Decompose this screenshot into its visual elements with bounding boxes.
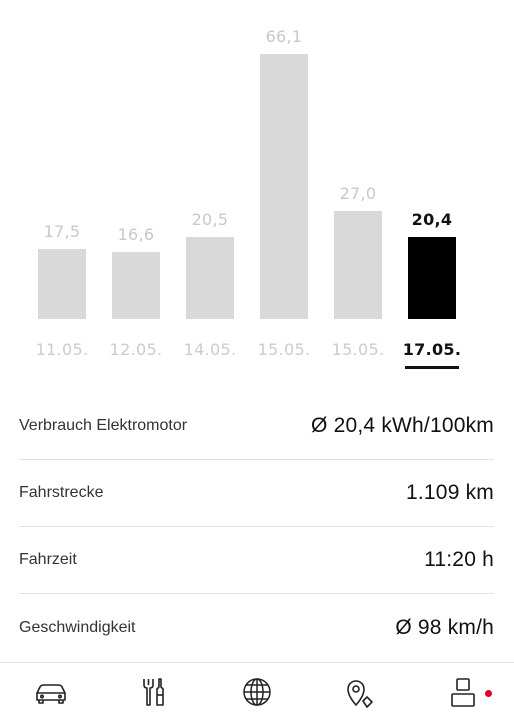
stat-row-consumption: Verbrauch Elektromotor Ø 20,4 kWh/100km <box>19 393 494 460</box>
chart-value-label: 17,5 <box>43 222 81 241</box>
chart-bar[interactable] <box>260 54 308 319</box>
nav-connect[interactable] <box>227 663 287 720</box>
nav-vehicle[interactable] <box>21 663 81 720</box>
stat-label-drive-time: Fahrzeit <box>19 551 77 568</box>
stat-label-speed: Geschwindigkeit <box>19 618 136 636</box>
chart-value-label: 27,0 <box>339 184 377 203</box>
stat-value-consumption: Ø 20,4 kWh/100km <box>311 414 494 437</box>
chart-bar[interactable] <box>334 211 382 319</box>
car-icon <box>36 684 66 704</box>
nav-map[interactable] <box>330 663 390 720</box>
nav-service[interactable] <box>124 663 184 720</box>
map-pin-route-icon <box>347 680 373 708</box>
chart-date-label[interactable]: 17.05. <box>387 340 477 359</box>
stat-row-speed: Geschwindigkeit Ø 98 km/h <box>19 594 494 661</box>
chart-bar[interactable] <box>112 252 160 319</box>
chart-value-label: 20,5 <box>191 210 229 229</box>
profile-icon <box>451 678 475 707</box>
notification-dot <box>485 690 492 697</box>
stat-label-distance: Fahrstrecke <box>19 484 104 501</box>
stat-value-distance: 1.109 km <box>406 481 494 504</box>
chart-bar[interactable] <box>408 237 456 319</box>
bottom-navigation <box>0 662 514 720</box>
globe-icon <box>243 678 271 706</box>
stat-row-distance: Fahrstrecke 1.109 km <box>19 460 494 527</box>
chart-value-label: 66,1 <box>265 27 303 46</box>
stat-value-drive-time: 11:20 h <box>424 548 494 571</box>
chart-bar[interactable] <box>186 237 234 319</box>
stat-label-consumption: Verbrauch Elektromotor <box>19 417 188 434</box>
stat-value-speed: Ø 98 km/h <box>395 615 494 639</box>
chart-bar[interactable] <box>38 249 86 319</box>
consumption-chart: 17,5 11.05. 16,6 12.05. 20,5 14.05. 66,1 15.05.… <box>0 0 514 385</box>
tools-icon <box>143 678 164 706</box>
chart-value-label: 16,6 <box>117 225 155 244</box>
nav-profile[interactable] <box>433 663 493 720</box>
selected-date-underline <box>405 366 459 369</box>
stat-row-drive-time: Fahrzeit 11:20 h <box>19 527 494 594</box>
chart-value-label: 20,4 <box>411 210 453 229</box>
